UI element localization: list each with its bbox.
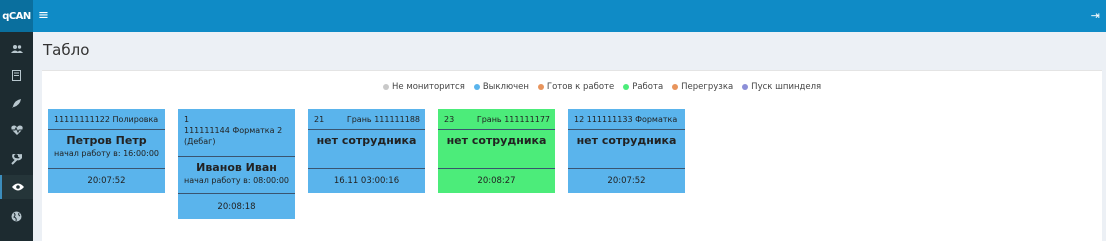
machine-time: 16.11 03:00:16 bbox=[308, 168, 425, 194]
machine-time: 20:07:52 bbox=[48, 168, 165, 194]
machine-card[interactable]: 1 111111144 Форматка 2 (Дебаг) Иванов Ив… bbox=[178, 109, 295, 219]
bars-icon[interactable]: ≡ bbox=[38, 8, 49, 24]
legend-dot bbox=[383, 84, 389, 90]
machine-body: Иванов Иван начал работу в: 08:00:00 bbox=[178, 156, 295, 193]
sidebar bbox=[0, 32, 33, 241]
status-legend: Не мониторится Выключен Готов к работе Р… bbox=[383, 82, 821, 92]
legend-item-spindle-start: Пуск шпинделя bbox=[742, 82, 821, 92]
app-logo[interactable]: qCAN bbox=[0, 0, 33, 32]
worker-name: Иванов Иван bbox=[196, 161, 277, 174]
legend-label: Работа bbox=[632, 82, 664, 92]
document-icon[interactable] bbox=[0, 63, 33, 87]
worker-name: нет сотрудника bbox=[446, 134, 547, 147]
machine-body: нет сотрудника bbox=[568, 129, 685, 171]
machine-time: 20:07:52 bbox=[568, 168, 685, 194]
rocket-icon[interactable] bbox=[0, 91, 33, 115]
machine-id: 11111111122 Полировка bbox=[54, 115, 159, 124]
machine-header: 11111111122 Полировка bbox=[48, 109, 165, 129]
legend-item-working: Работа bbox=[623, 82, 663, 92]
heartbeat-icon[interactable] bbox=[0, 118, 33, 142]
machine-body: нет сотрудника bbox=[438, 129, 555, 171]
machine-time: 20:08:27 bbox=[438, 168, 555, 194]
machine-number: 21 bbox=[314, 115, 325, 124]
machine-body: нет сотрудника bbox=[308, 129, 425, 171]
machine-body: Петров Петр начал работу в: 16:00:00 bbox=[48, 129, 165, 171]
machine-header: 1 111111144 Форматка 2 (Дебаг) bbox=[178, 109, 295, 156]
start-time: начал работу в: 16:00:00 bbox=[53, 149, 160, 158]
machine-id: Грань 111111177 bbox=[476, 115, 550, 124]
top-navbar: qCAN ≡ ⇥ bbox=[0, 0, 1106, 32]
worker-name: Петров Петр bbox=[66, 134, 147, 147]
machine-id: 1 111111144 Форматка 2 (Дебаг) bbox=[184, 115, 283, 146]
machine-card[interactable]: 12 111111133 Форматка нет сотрудника 20:… bbox=[568, 109, 685, 193]
legend-dot bbox=[473, 84, 480, 90]
legend-label: Пуск шпинделя bbox=[751, 82, 822, 92]
machine-header: 21 Грань 111111188 bbox=[308, 109, 425, 129]
machine-time: 20:08:18 bbox=[178, 193, 295, 220]
users-icon[interactable] bbox=[0, 37, 33, 61]
legend-item-not-monitored: Не мониторится bbox=[383, 82, 465, 92]
page-title: Табло bbox=[43, 41, 90, 59]
machine-id: 12 111111133 Форматка bbox=[574, 115, 678, 124]
machine-card[interactable]: 23 Грань 111111177 нет сотрудника 20:08:2… bbox=[438, 109, 555, 193]
content-header bbox=[33, 32, 1106, 66]
legend-label: Готов к работе bbox=[546, 82, 615, 92]
legend-dot bbox=[537, 84, 544, 90]
legend-label: Не мониторится bbox=[392, 82, 465, 92]
machine-header: 23 Грань 111111177 bbox=[438, 109, 555, 129]
worker-name: нет сотрудника bbox=[316, 134, 417, 147]
legend-dot bbox=[742, 84, 749, 90]
sign-out-icon[interactable]: ⇥ bbox=[1091, 8, 1100, 24]
legend-dot bbox=[623, 84, 630, 90]
eye-icon[interactable] bbox=[0, 175, 33, 199]
globe-icon[interactable] bbox=[0, 204, 33, 228]
machine-number: 23 bbox=[444, 115, 455, 124]
legend-item-off: Выключен bbox=[473, 82, 529, 92]
legend-item-overload: Перегрузка bbox=[672, 82, 733, 92]
machine-card[interactable]: 11111111122 Полировка Петров Петр начал … bbox=[48, 109, 165, 193]
start-time: начал работу в: 08:00:00 bbox=[183, 176, 290, 185]
legend-label: Перегрузка bbox=[681, 82, 734, 92]
worker-name: нет сотрудника bbox=[576, 134, 677, 147]
machine-card[interactable]: 21 Грань 111111188 нет сотрудника 16.11 0… bbox=[308, 109, 425, 193]
machine-id: Грань 111111188 bbox=[346, 115, 420, 124]
legend-label: Выключен bbox=[482, 82, 529, 92]
legend-item-ready: Готов к работе bbox=[537, 82, 615, 92]
machine-header: 12 111111133 Форматка bbox=[568, 109, 685, 129]
legend-dot bbox=[672, 84, 679, 90]
wrench-icon[interactable] bbox=[0, 147, 33, 171]
